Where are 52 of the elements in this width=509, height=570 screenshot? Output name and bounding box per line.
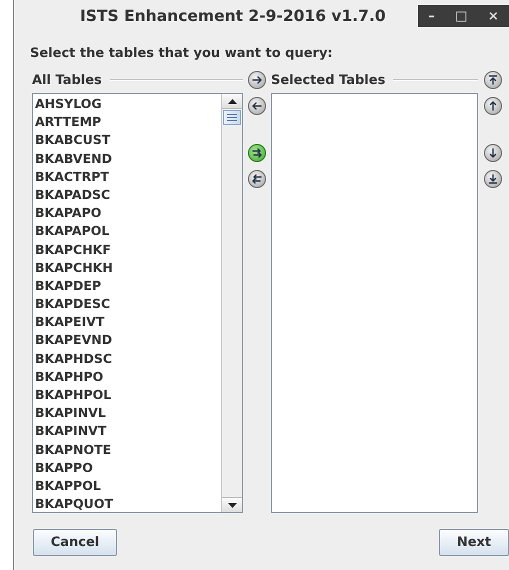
list-item[interactable]: BKAPPO — [33, 458, 221, 477]
list-item[interactable]: BKACTRPT — [33, 168, 221, 186]
maximize-button[interactable]: □ — [455, 8, 468, 24]
list-item[interactable]: AHSYLOG — [33, 95, 221, 114]
arrow-down-icon — [489, 148, 496, 158]
list-item[interactable]: BKAPINVT — [33, 422, 221, 441]
next-button[interactable]: Next — [439, 529, 509, 556]
move-top-button[interactable] — [484, 71, 502, 89]
list-item[interactable]: BKAPINVL — [33, 404, 221, 422]
list-item[interactable]: BKAPDEP — [33, 276, 221, 296]
scroll-up-icon[interactable] — [228, 98, 236, 104]
list-item[interactable]: BKAPPOL — [33, 476, 221, 496]
arrow-right-icon — [252, 76, 262, 84]
list-item[interactable]: BKAPEVND — [33, 331, 221, 350]
list-item[interactable]: BKAPCHKH — [33, 258, 221, 277]
list-item[interactable]: BKAPADSC — [33, 186, 221, 204]
list-item[interactable]: ARTTEMP — [33, 113, 221, 132]
arrow-left-icon — [252, 102, 262, 110]
minimize-button[interactable]: – — [428, 8, 435, 24]
list-item[interactable]: BKAPDESC — [33, 295, 221, 314]
scroll-down-icon[interactable] — [228, 502, 236, 508]
arrow-to-bottom-icon — [488, 174, 497, 184]
add-button[interactable] — [248, 71, 266, 89]
list-item[interactable]: BKAPQUOT — [33, 495, 221, 512]
move-bottom-button[interactable] — [484, 170, 502, 188]
list-item[interactable]: BKABCUST — [33, 131, 221, 150]
remove-button[interactable] — [248, 97, 266, 115]
move-up-button[interactable] — [484, 97, 502, 115]
arrow-to-top-icon — [488, 75, 497, 85]
list-item[interactable]: BKABVEND — [33, 150, 221, 168]
close-button[interactable]: × — [488, 8, 499, 24]
scroll-bar[interactable] — [221, 94, 242, 512]
list-item[interactable]: BKAPEIVT — [33, 313, 221, 332]
instruction-text: Select the tables that you want to query: — [30, 46, 334, 63]
move-down-button[interactable] — [484, 144, 502, 162]
remove-all-button[interactable] — [248, 170, 266, 188]
list-item[interactable]: BKAPNOTE — [33, 440, 221, 459]
list-item[interactable]: BKAPAPO — [33, 204, 221, 222]
arrow-up-icon — [489, 101, 496, 111]
list-item[interactable]: BKAPHDSC — [33, 350, 221, 368]
scroll-thumb[interactable] — [223, 110, 241, 125]
add-all-button[interactable] — [248, 144, 266, 162]
group-heading: Selected Tables — [271, 72, 386, 88]
list-item[interactable]: BKAPCHKF — [33, 240, 221, 259]
list-item[interactable]: BKAPHPO — [33, 368, 221, 386]
double-arrow-left-icon — [252, 174, 262, 184]
group-heading: All Tables — [32, 72, 102, 88]
list-item[interactable]: BKAPHPOL — [33, 386, 221, 404]
double-arrow-right-icon — [252, 148, 262, 158]
list-item[interactable]: BKAPAPOL — [33, 222, 221, 240]
cancel-button[interactable]: Cancel — [33, 529, 117, 556]
window-title: ISTS Enhancement 2-9-2016 v1.7.0 — [80, 7, 386, 25]
